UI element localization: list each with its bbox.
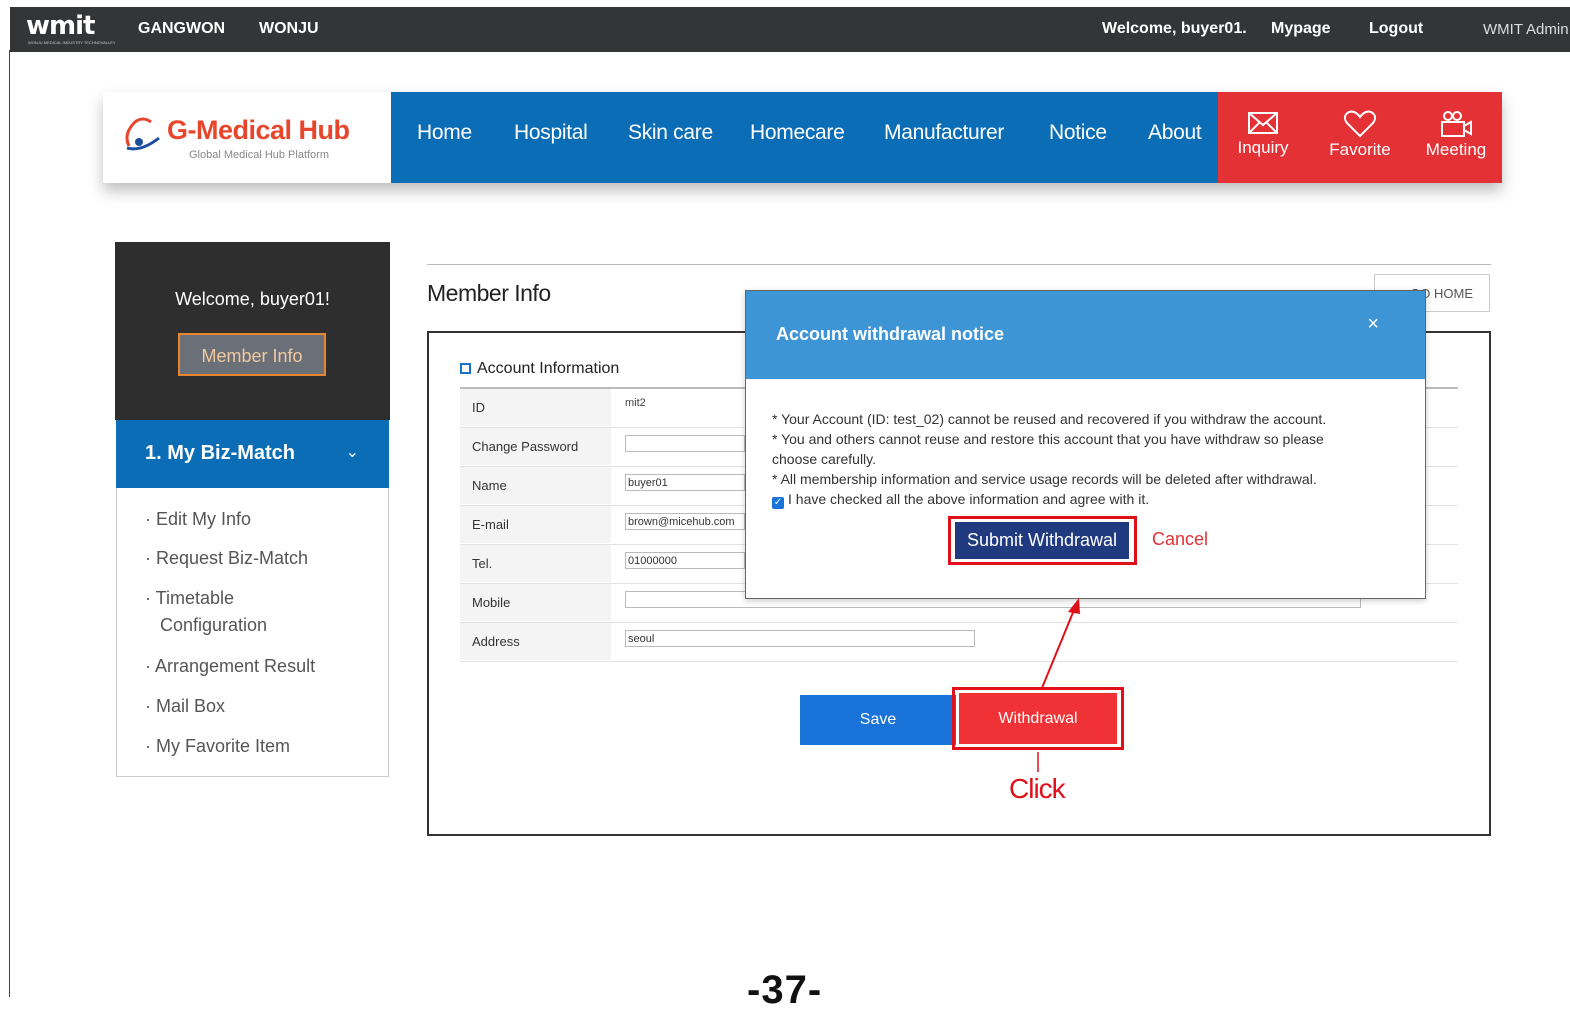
annotation-arrow [1037, 598, 1080, 772]
page-number: -37- [747, 968, 823, 1012]
click-annotation: Click [1009, 773, 1066, 804]
